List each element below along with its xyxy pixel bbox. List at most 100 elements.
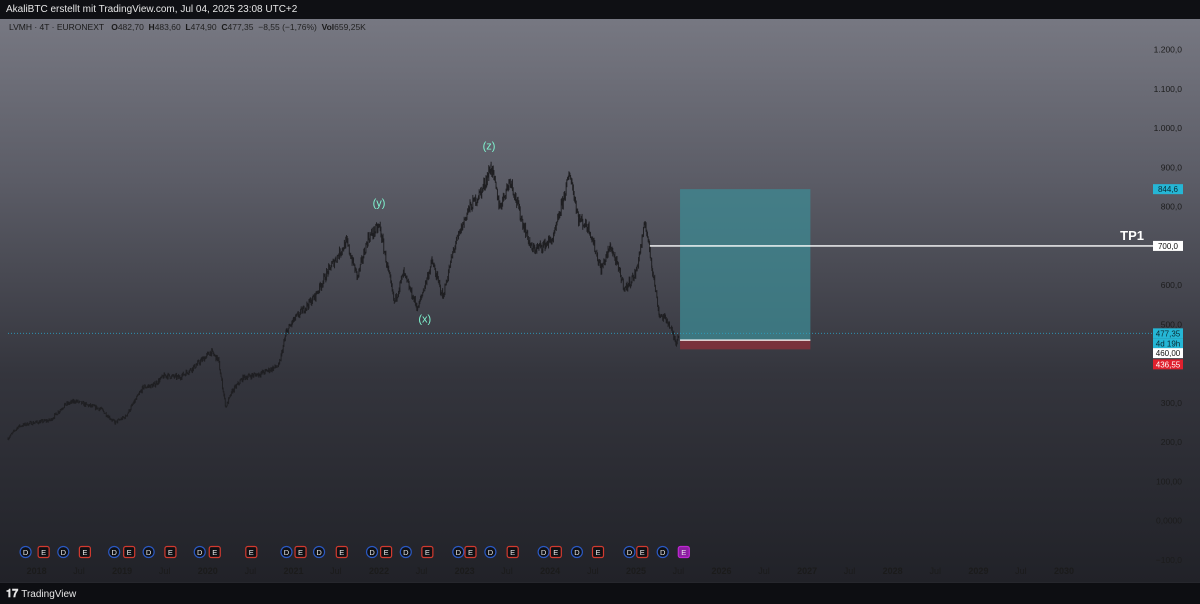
dividend-marker[interactable]: D: [570, 545, 584, 559]
price-badge: 4d 19h: [1153, 338, 1183, 349]
x-tick-label: Jul: [501, 566, 513, 576]
price-badge-text: 477,35: [1156, 329, 1181, 338]
event-letter: E: [212, 548, 217, 557]
event-letter: D: [627, 548, 633, 557]
x-tick-label: 2029: [968, 566, 988, 576]
earnings-marker[interactable]: E: [379, 545, 393, 559]
event-letter: E: [681, 548, 686, 557]
event-letter: E: [425, 548, 430, 557]
earnings-marker[interactable]: E: [335, 545, 348, 559]
dividend-marker[interactable]: D: [108, 545, 121, 559]
price-badge: 460,00: [1153, 348, 1183, 359]
earnings-marker[interactable]: E: [549, 545, 562, 559]
footer-bar: 𝟏𝟕 TradingView: [0, 582, 1200, 604]
wave-label: (y): [373, 198, 386, 210]
x-tick-label: 2021: [283, 566, 303, 576]
target-zone[interactable]: [680, 189, 811, 341]
event-letter: D: [660, 548, 666, 557]
wave-label: (x): [418, 313, 431, 325]
dividend-marker[interactable]: D: [280, 545, 293, 559]
event-letter: D: [369, 548, 375, 557]
y-tick-label: 900,0: [1161, 162, 1183, 172]
price-badge: 436,55: [1153, 359, 1183, 370]
chart-screenshot: { "header": {"caption": "AkaliBTC erstel…: [0, 0, 1200, 604]
dividend-marker[interactable]: D: [399, 545, 412, 559]
earnings-marker[interactable]: E: [464, 545, 477, 559]
event-letter: D: [316, 548, 322, 557]
y-tick-label: 100,00: [1156, 476, 1182, 486]
y-tick-label: 1.000,0: [1154, 123, 1183, 133]
event-letter: E: [41, 548, 46, 557]
y-tick-label: 200,0: [1161, 437, 1183, 447]
x-tick-label: Jul: [930, 566, 942, 576]
x-tick-label: 2020: [198, 566, 218, 576]
dividend-marker[interactable]: D: [312, 545, 326, 559]
x-tick-label: Jul: [758, 566, 770, 576]
x-tick-label: Jul: [1015, 566, 1027, 576]
event-letter: E: [168, 548, 173, 557]
x-tick-label: 2023: [455, 566, 475, 576]
event-letter: D: [456, 548, 462, 557]
dividend-marker[interactable]: D: [365, 545, 379, 559]
earnings-marker[interactable]: E: [245, 545, 258, 559]
dividend-marker[interactable]: D: [19, 545, 32, 559]
event-letter: E: [468, 548, 473, 557]
event-letter: D: [574, 548, 580, 557]
event-letter: E: [127, 548, 132, 557]
price-badge-text: 844,6: [1158, 185, 1179, 194]
x-tick-label: 2022: [369, 566, 389, 576]
earnings-marker[interactable]: E: [123, 545, 136, 559]
x-tick-label: Jul: [416, 566, 428, 576]
dividend-marker[interactable]: D: [193, 545, 206, 559]
y-tick-label: 800,0: [1161, 202, 1183, 212]
dividend-marker[interactable]: D: [452, 545, 465, 559]
earnings-marker[interactable]: E: [506, 545, 519, 559]
y-tick-label: −100,0: [1156, 555, 1183, 565]
price-badge-text: 4d 19h: [1156, 339, 1180, 348]
x-tick-label: Jul: [844, 566, 856, 576]
event-letter: D: [111, 548, 117, 557]
stop-zone[interactable]: [680, 340, 811, 350]
event-letter: E: [339, 548, 344, 557]
tp-label: TP1: [1120, 228, 1144, 243]
dividend-marker[interactable]: D: [484, 545, 497, 559]
x-tick-label: Jul: [587, 566, 599, 576]
event-letter: D: [284, 548, 290, 557]
event-letter: E: [553, 548, 558, 557]
x-tick-label: 2025: [626, 566, 646, 576]
price-badge: 477,35: [1153, 328, 1183, 339]
dividend-marker[interactable]: D: [57, 545, 70, 559]
dividend-marker[interactable]: D: [537, 545, 550, 559]
earnings-marker[interactable]: E: [164, 545, 177, 559]
x-tick-label: Jul: [330, 566, 342, 576]
price-badge: 844,6: [1153, 184, 1183, 195]
y-tick-label: 1.100,0: [1154, 84, 1183, 94]
earnings-marker[interactable]: E: [421, 545, 434, 559]
x-tick-label: Jul: [159, 566, 171, 576]
event-letter: D: [23, 548, 29, 557]
dividend-marker[interactable]: D: [623, 545, 636, 559]
x-tick-label: 2030: [1054, 566, 1074, 576]
event-letter: E: [640, 548, 645, 557]
event-letter: E: [510, 548, 515, 557]
event-letter: D: [146, 548, 152, 557]
earnings-marker[interactable]: E: [677, 545, 690, 559]
dividend-marker[interactable]: D: [142, 545, 155, 559]
event-letter: D: [488, 548, 494, 557]
earnings-marker[interactable]: E: [636, 545, 649, 559]
dividend-marker[interactable]: D: [656, 545, 669, 559]
earnings-marker[interactable]: E: [78, 545, 91, 559]
earnings-marker[interactable]: E: [208, 545, 221, 559]
x-tick-label: Jul: [73, 566, 85, 576]
price-chart[interactable]: TP1 (y)(x)(z) DEDEDEDEDEEDEDEDEDEDEDEDED…: [0, 0, 1200, 582]
y-tick-label: 500,0: [1161, 319, 1183, 329]
price-badge-text: 460,00: [1156, 349, 1181, 358]
brand-name: TradingView: [21, 589, 77, 600]
y-tick-label: 1.200,0: [1154, 45, 1183, 55]
earnings-marker[interactable]: E: [294, 545, 307, 559]
earnings-marker[interactable]: E: [591, 545, 605, 559]
x-tick-label: 2018: [27, 566, 47, 576]
wave-label: (z): [483, 141, 496, 153]
earnings-marker[interactable]: E: [37, 545, 50, 559]
tp-badge-text: 700,0: [1158, 242, 1179, 251]
